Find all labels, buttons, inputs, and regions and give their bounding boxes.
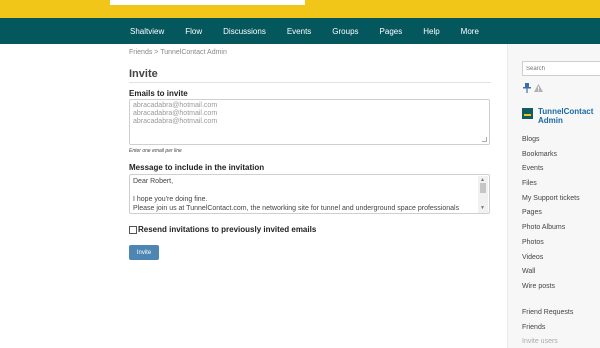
message-line: I hope you're doing fine. <box>133 196 208 203</box>
title-divider <box>129 82 491 83</box>
sidebar-item-bookmarks[interactable]: Bookmarks <box>522 150 580 165</box>
nav-item-more[interactable]: More <box>461 27 479 36</box>
resize-grip-icon[interactable] <box>482 137 487 142</box>
nav-item-help[interactable]: Help <box>423 27 439 36</box>
message-line: Please join us at TunnelContact.com, the… <box>133 205 460 212</box>
owner-name-link[interactable]: TunnelContact Admin <box>538 107 598 125</box>
sidebar-item-friends[interactable]: Friends <box>522 323 573 338</box>
friends-menu: Friend Requests Friends Invite users <box>522 308 573 348</box>
sidebar-item-files[interactable]: Files <box>522 179 580 194</box>
scroll-thumb[interactable] <box>480 183 486 193</box>
nav-item-discussions[interactable]: Discussions <box>223 27 266 36</box>
message-line: Dear Robert, <box>133 178 174 185</box>
sidebar-item-wire-posts[interactable]: Wire posts <box>522 282 580 297</box>
nav-item-pages[interactable]: Pages <box>380 27 403 36</box>
emails-hint: Enter one email per line <box>129 148 182 154</box>
sidebar-item-videos[interactable]: Videos <box>522 253 580 268</box>
email-line: abracadabra@hotmail.com <box>133 118 218 125</box>
browser-edge <box>0 0 600 5</box>
sidebar-item-friend-requests[interactable]: Friend Requests <box>522 308 573 323</box>
message-textarea[interactable]: Dear Robert, I hope you're doing fine. P… <box>129 174 490 214</box>
sidebar-item-photo-albums[interactable]: Photo Albums <box>522 223 580 238</box>
invite-button[interactable]: Invite <box>129 245 159 260</box>
main-navbar: Shaltview Flow Discussions Events Groups… <box>0 18 600 44</box>
resend-option[interactable]: Resend invitations to previously invited… <box>129 225 316 234</box>
emails-textarea[interactable]: abracadabra@hotmail.com abracadabra@hotm… <box>129 99 490 145</box>
nav-item-shaltview[interactable]: Shaltview <box>130 27 164 36</box>
emails-label: Emails to invite <box>129 89 188 98</box>
nav-item-flow[interactable]: Flow <box>185 27 202 36</box>
resend-label[interactable]: Resend invitations to previously invited… <box>138 225 316 234</box>
page-title: Invite <box>129 68 158 80</box>
sidebar-item-support-tickets[interactable]: My Support tickets <box>522 194 580 209</box>
sidebar-item-blogs[interactable]: Blogs <box>522 135 580 150</box>
resend-checkbox[interactable] <box>129 225 137 234</box>
email-line: abracadabra@hotmail.com <box>133 102 218 109</box>
sidebar-item-pages[interactable]: Pages <box>522 208 580 223</box>
message-scrollbar[interactable]: ▲ ▼ <box>478 176 488 213</box>
sidebar-item-invite-users[interactable]: Invite users <box>522 337 573 348</box>
search-input[interactable] <box>522 61 600 76</box>
nav-item-events[interactable]: Events <box>287 27 311 36</box>
warning-icon[interactable] <box>534 84 543 92</box>
owner-menu: Blogs Bookmarks Events Files My Support … <box>522 135 580 297</box>
message-label: Message to include in the invitation <box>129 163 265 172</box>
sidebar-item-wall[interactable]: Wall <box>522 267 580 282</box>
breadcrumb[interactable]: Friends > TunnelContact Admin <box>129 49 227 56</box>
email-line: abracadabra@hotmail.com <box>133 110 218 117</box>
sidebar-item-photos[interactable]: Photos <box>522 238 580 253</box>
scroll-down-icon[interactable]: ▼ <box>480 204 485 213</box>
nav-item-groups[interactable]: Groups <box>332 27 358 36</box>
pin-icon[interactable] <box>523 83 531 93</box>
avatar[interactable] <box>522 108 533 119</box>
message-line <box>133 186 486 195</box>
sidebar-item-events[interactable]: Events <box>522 164 580 179</box>
sidebar: TunnelContact Admin Blogs Bookmarks Even… <box>507 44 600 348</box>
nav-menu: Shaltview Flow Discussions Events Groups… <box>130 18 500 44</box>
top-strip <box>0 0 600 18</box>
